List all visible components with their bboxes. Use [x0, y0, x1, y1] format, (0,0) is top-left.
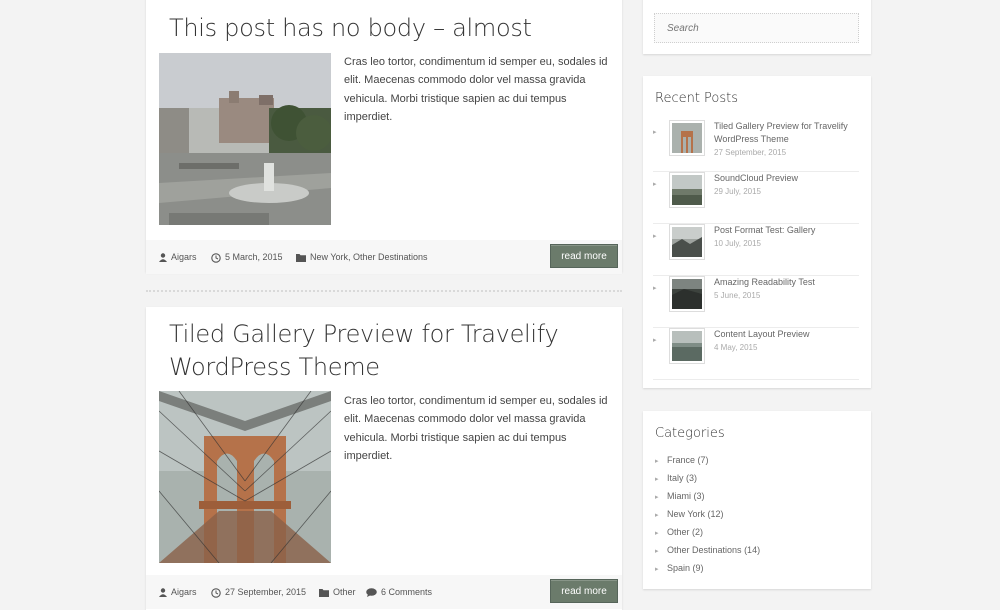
post-meta: Aigars 5 March, 2015 New York, Other Des… [146, 240, 622, 274]
post-thumbnail[interactable] [159, 53, 331, 225]
bullet-icon: ▸ [653, 181, 657, 188]
category-item[interactable]: ▸ Italy (3) [655, 473, 697, 483]
recent-post-date: 10 July, 2015 [714, 239, 761, 248]
post-card: Tiled Gallery Preview for Travelify Word… [146, 307, 622, 610]
category-item[interactable]: ▸ Other Destinations (14) [655, 545, 760, 555]
recent-posts-widget: Recent Posts ▸ Tiled Gallery Preview for… [643, 76, 871, 388]
recent-post-item[interactable]: ▸ SoundCloud Preview 29 July, 2015 [653, 172, 859, 224]
read-more-button[interactable]: read more [550, 579, 618, 603]
rocks-thumb-image [672, 227, 702, 257]
post-comments[interactable]: 6 Comments [366, 587, 432, 598]
dark-landscape-thumb-image [672, 279, 702, 309]
bullet-icon: ▸ [655, 476, 659, 483]
recent-post-title[interactable]: SoundCloud Preview [714, 172, 862, 185]
post-card: This post has no body – almost Cras leo … [146, 0, 622, 274]
post-meta: Aigars 27 September, 2015 Other 6 Commen… [146, 575, 622, 609]
search-widget [643, 0, 871, 54]
category-item[interactable]: ▸ Other (2) [655, 527, 703, 537]
post-title[interactable]: Tiled Gallery Preview for Travelify Word… [169, 318, 599, 384]
post-categories[interactable]: Other [319, 587, 356, 598]
recent-post-title[interactable]: Post Format Test: Gallery [714, 224, 862, 237]
recent-post-item[interactable]: ▸ Post Format Test: Gallery 10 July, 201… [653, 224, 859, 276]
categories-widget: Categories ▸ France (7) ▸ Italy (3) ▸ Miami… [643, 411, 871, 589]
bridge-thumb-image [672, 123, 702, 153]
recent-post-date: 29 July, 2015 [714, 187, 761, 196]
post-date[interactable]: 27 September, 2015 [211, 587, 306, 598]
recent-post-thumbnail[interactable] [669, 172, 705, 208]
bullet-icon: ▸ [655, 530, 659, 537]
bullet-icon: ▸ [655, 494, 659, 501]
read-more-button[interactable]: read more [550, 244, 618, 268]
category-item[interactable]: ▸ Miami (3) [655, 491, 705, 501]
recent-post-item[interactable]: ▸ Amazing Readability Test 5 June, 2015 [653, 276, 859, 328]
bullet-icon: ▸ [653, 233, 657, 240]
coast-thumb-image [672, 331, 702, 361]
recent-post-thumbnail[interactable] [669, 276, 705, 312]
post-author[interactable]: Aigars [159, 587, 197, 598]
bullet-icon: ▸ [655, 548, 659, 555]
city-fountain-image [159, 53, 331, 225]
post-categories[interactable]: New York, Other Destinations [296, 252, 428, 263]
post-excerpt: Cras leo tortor, condimentum id semper e… [344, 395, 608, 463]
bullet-icon: ▸ [653, 285, 657, 292]
post-divider [146, 290, 622, 292]
widget-title: Recent Posts [655, 91, 739, 106]
post-thumbnail[interactable] [159, 391, 331, 563]
comment-icon [366, 588, 377, 598]
recent-post-title[interactable]: Amazing Readability Test [714, 276, 862, 289]
recent-post-item[interactable]: ▸ Content Layout Preview 4 May, 2015 [653, 328, 859, 380]
user-icon [159, 253, 167, 263]
recent-post-title[interactable]: Content Layout Preview [714, 328, 862, 341]
recent-post-thumbnail[interactable] [669, 328, 705, 364]
landscape-thumb-image [672, 175, 702, 205]
recent-post-date: 27 September, 2015 [714, 148, 787, 157]
bullet-icon: ▸ [655, 458, 659, 465]
recent-post-thumbnail[interactable] [669, 120, 705, 156]
category-item[interactable]: ▸ France (7) [655, 455, 709, 465]
clock-icon [211, 587, 221, 598]
recent-post-title[interactable]: Tiled Gallery Preview for Travelify Word… [714, 120, 862, 146]
bridge-image [159, 391, 331, 563]
recent-post-date: 4 May, 2015 [714, 343, 758, 352]
bullet-icon: ▸ [653, 129, 657, 136]
recent-post-thumbnail[interactable] [669, 224, 705, 260]
clock-icon [211, 252, 221, 263]
folder-icon [319, 589, 329, 598]
search-input[interactable] [654, 13, 859, 43]
recent-post-item[interactable]: ▸ Tiled Gallery Preview for Travelify Wo… [653, 120, 859, 172]
category-item[interactable]: ▸ New York (12) [655, 509, 724, 519]
user-icon [159, 588, 167, 598]
folder-icon [296, 254, 306, 263]
post-author[interactable]: Aigars [159, 252, 197, 263]
bullet-icon: ▸ [655, 566, 659, 573]
post-date[interactable]: 5 March, 2015 [211, 252, 283, 263]
recent-post-date: 5 June, 2015 [714, 291, 761, 300]
post-excerpt: Cras leo tortor, condimentum id semper e… [344, 56, 608, 124]
widget-title: Categories [655, 426, 725, 441]
post-title[interactable]: This post has no body – almost [169, 12, 532, 45]
bullet-icon: ▸ [653, 337, 657, 344]
bullet-icon: ▸ [655, 512, 659, 519]
category-item[interactable]: ▸ Spain (9) [655, 563, 704, 573]
